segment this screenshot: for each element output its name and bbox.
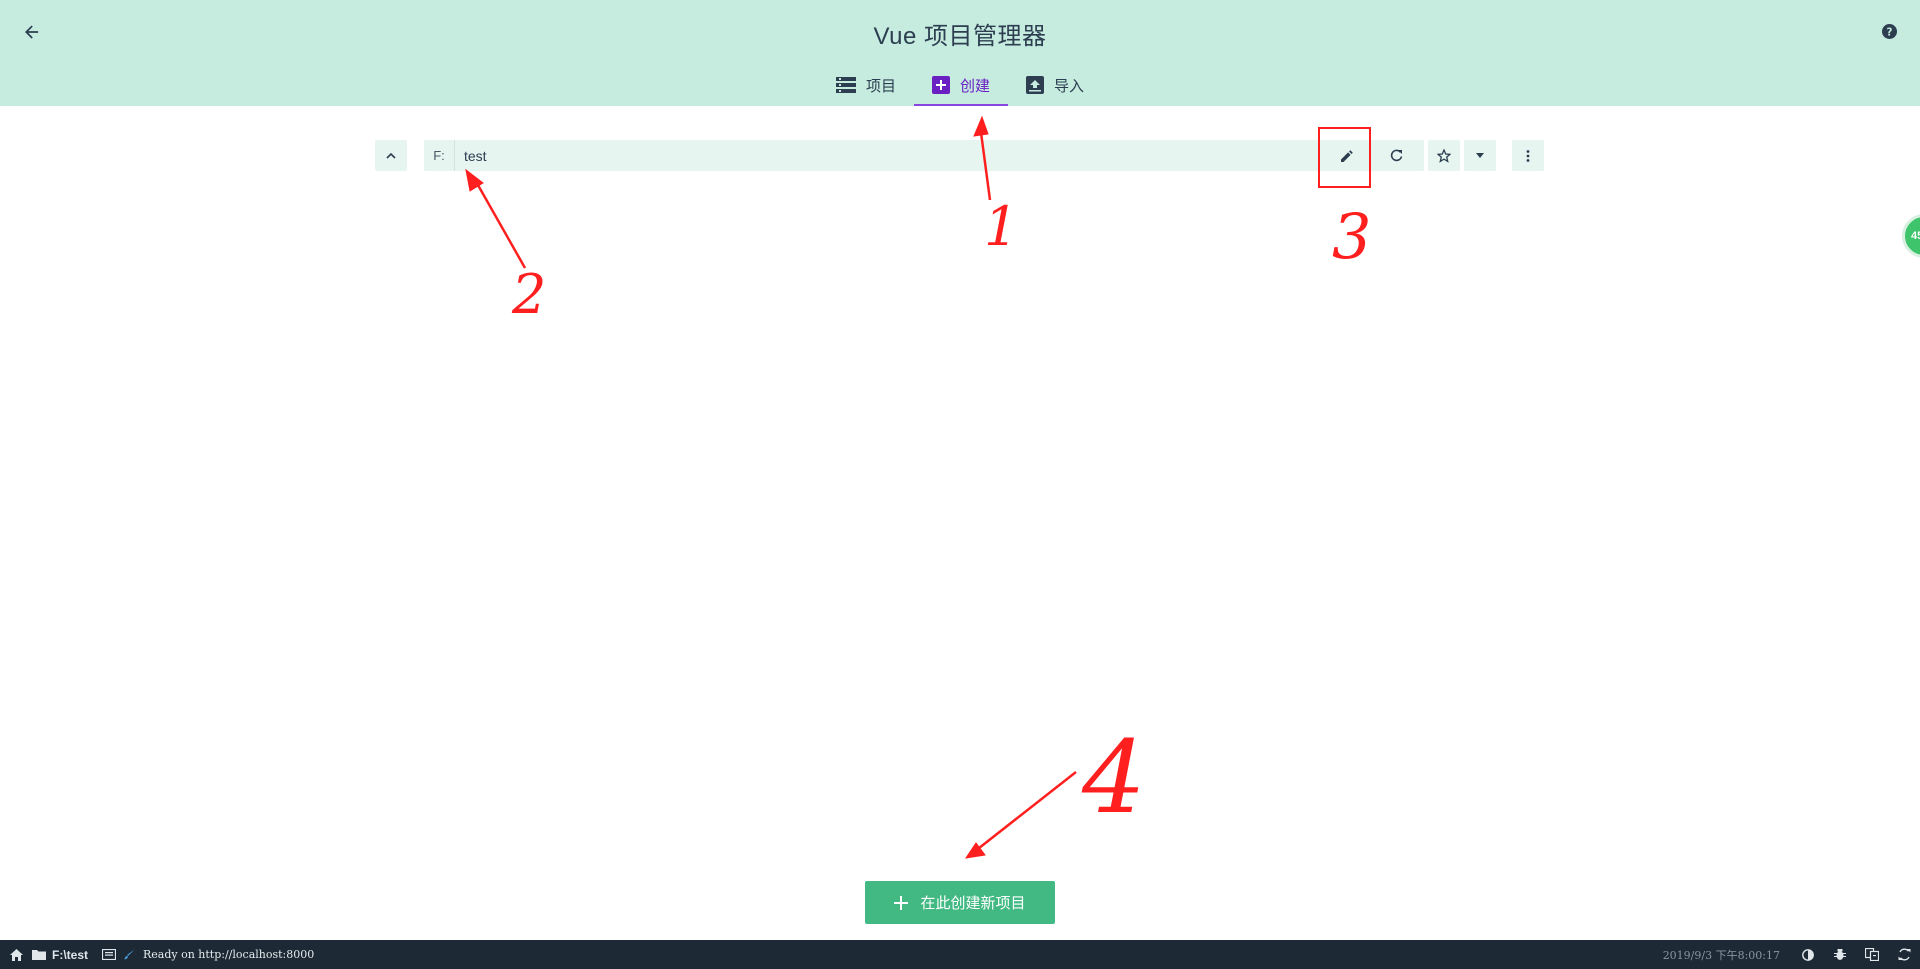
path-breadcrumb: F: test	[424, 140, 1424, 171]
tab-create[interactable]: 创建	[913, 66, 1008, 106]
statusbar-folder-text: F:\test	[52, 947, 88, 962]
floating-devtools-badge[interactable]: 45	[1902, 214, 1920, 258]
refresh-icon	[1390, 149, 1402, 162]
home-icon	[9, 948, 23, 961]
annotation-label-4: 4	[1082, 719, 1146, 836]
folder-icon	[32, 950, 46, 960]
bug-icon	[1834, 949, 1846, 960]
tab-import-label: 导入	[1054, 77, 1085, 95]
favorite-button[interactable]	[1428, 140, 1460, 171]
annotation-box-3	[1318, 127, 1371, 188]
statusbar-report-bug-button[interactable]	[1824, 940, 1856, 969]
tab-bar: 项目 创建 导入	[0, 66, 1920, 106]
floating-badge-text: 45	[1911, 230, 1920, 242]
star-outline-icon	[1437, 148, 1451, 163]
annotation-label-2: 2	[512, 263, 547, 326]
annotation-label-3: 3	[1332, 200, 1372, 273]
page-title: Vue 项目管理器	[873, 23, 1047, 50]
terminal-icon	[102, 949, 116, 960]
contrast-icon	[1802, 948, 1814, 961]
create-project-button[interactable]: 在此创建新项目	[865, 881, 1055, 924]
drive-segment[interactable]: F:	[424, 140, 455, 171]
parent-folder-button[interactable]	[375, 140, 407, 171]
tab-projects-label: 项目	[865, 77, 896, 95]
annotation-arrow-2	[472, 177, 527, 269]
statusbar-log-text: Ready on http://localhost:8000	[143, 948, 315, 961]
tab-import[interactable]: 导入	[1008, 66, 1102, 106]
app-header: Vue 项目管理器 ? 项目 创建 导入	[0, 0, 1920, 106]
statusbar-refresh-button[interactable]	[1888, 940, 1920, 969]
help-button[interactable]: ?	[1880, 22, 1898, 40]
brush-icon	[124, 949, 135, 960]
add-box-icon	[931, 76, 950, 94]
plus-icon	[894, 895, 909, 910]
statusbar-current-folder[interactable]: F:\test	[32, 940, 102, 969]
chevron-up-icon	[386, 152, 396, 159]
statusbar-dark-mode-button[interactable]	[1792, 940, 1824, 969]
annotation-label-1: 1	[984, 195, 1019, 258]
status-bar: F:\test Ready on http://localhost:8000 2…	[0, 940, 1920, 969]
svg-text:?: ?	[1886, 26, 1892, 38]
annotation-arrowhead-2	[465, 168, 484, 192]
annotation-arrowhead-4	[964, 842, 986, 859]
statusbar-console-button[interactable]: Ready on http://localhost:8000	[102, 940, 314, 969]
translate-icon	[1865, 948, 1879, 961]
help-icon: ?	[1881, 23, 1897, 39]
import-icon	[1026, 76, 1044, 94]
folder-segment[interactable]: test	[455, 140, 496, 171]
annotation-arrowhead-1	[973, 115, 989, 137]
refresh-button[interactable]	[1380, 140, 1412, 171]
statusbar-translate-button[interactable]	[1856, 940, 1888, 969]
list-icon	[835, 77, 856, 93]
more-vertical-icon	[1526, 149, 1530, 162]
favorites-dropdown-button[interactable]	[1464, 140, 1496, 171]
more-options-button[interactable]	[1512, 140, 1544, 171]
statusbar-home-button[interactable]	[0, 940, 32, 969]
create-project-label: 在此创建新项目	[920, 895, 1026, 912]
tab-create-label: 创建	[959, 77, 990, 95]
caret-down-icon	[1476, 153, 1484, 158]
statusbar-clock: 2019/9/3 下午8:00:17	[1662, 948, 1780, 962]
annotation-arrow-4	[973, 771, 1077, 853]
tab-projects[interactable]: 项目	[818, 66, 914, 106]
sync-icon	[1898, 948, 1910, 961]
